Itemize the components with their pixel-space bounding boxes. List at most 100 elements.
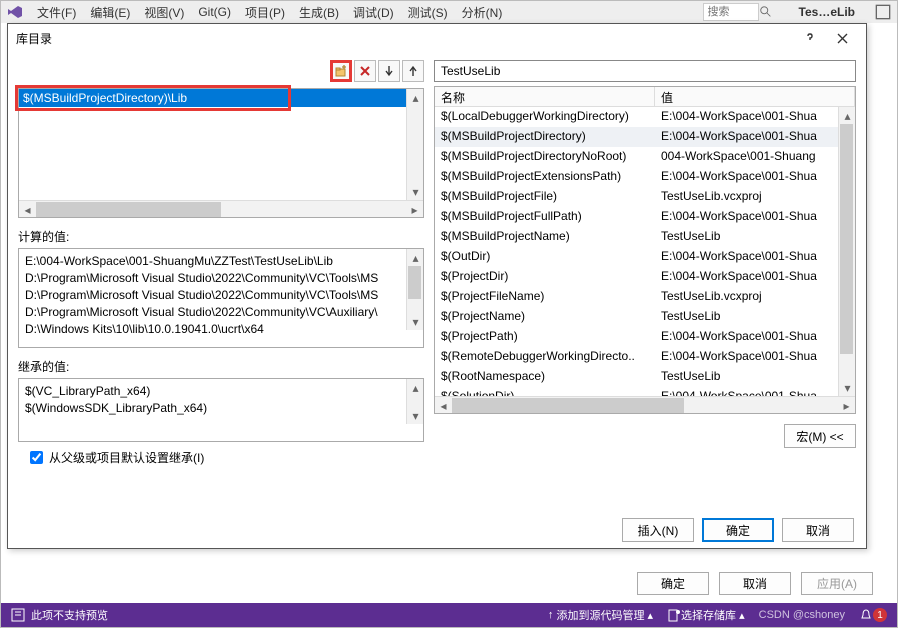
list-toolbar — [18, 60, 424, 84]
move-up-button[interactable] — [402, 60, 424, 82]
search-input[interactable] — [703, 3, 759, 21]
menubar: 文件(F) 编辑(E) 视图(V) Git(G) 项目(P) 生成(B) 调试(… — [1, 1, 897, 23]
macro-value: TestUseLib — [655, 227, 855, 247]
grid-row[interactable]: $(RootNamespace)TestUseLib — [435, 367, 855, 387]
grid-row[interactable]: $(OutDir)E:\004-WorkSpace\001-Shua — [435, 247, 855, 267]
macro-name: $(ProjectFileName) — [435, 287, 655, 307]
vertical-scrollbar[interactable]: ▴▾ — [406, 249, 423, 330]
new-line-button[interactable] — [330, 60, 352, 82]
search-box[interactable] — [703, 3, 773, 21]
inherit-label[interactable]: 从父级或项目默认设置继承(I) — [49, 449, 204, 466]
close-button[interactable] — [826, 26, 858, 50]
grid-row[interactable]: $(MSBuildProjectDirectoryNoRoot)004-Work… — [435, 147, 855, 167]
column-header-value[interactable]: 值 — [655, 87, 855, 107]
column-header-name[interactable]: 名称 — [435, 87, 655, 107]
grid-row[interactable]: $(LocalDebuggerWorkingDirectory)E:\004-W… — [435, 107, 855, 127]
statusbar: 此项不支持预览 ↑ 添加到源代码管理 ▴ 选择存储库 ▴ CSDN @cshon… — [1, 603, 897, 627]
macro-value: E:\004-WorkSpace\001-Shua — [655, 107, 855, 127]
menu-test[interactable]: 测试(S) — [408, 4, 448, 21]
move-down-button[interactable] — [378, 60, 400, 82]
computed-values-box: E:\004-WorkSpace\001-ShuangMu\ZZTest\Tes… — [18, 248, 424, 348]
inherited-line: $(VC_LibraryPath_x64) — [25, 383, 417, 400]
arrow-up-icon: ↑ — [548, 609, 554, 621]
macro-name: $(MSBuildProjectFile) — [435, 187, 655, 207]
library-directories-dialog: 库目录 — [7, 23, 867, 549]
horizontal-scrollbar[interactable]: ◂ ▸ — [19, 200, 423, 217]
bell-icon — [859, 608, 873, 622]
menu-debug[interactable]: 调试(D) — [353, 4, 394, 21]
outer-ok-button[interactable]: 确定 — [637, 572, 709, 595]
macro-value: E:\004-WorkSpace\001-Shua — [655, 327, 855, 347]
add-source-control[interactable]: ↑ 添加到源代码管理 ▴ — [548, 607, 653, 623]
select-repo[interactable]: 选择存储库 ▴ — [667, 607, 745, 623]
macro-name: $(ProjectPath) — [435, 327, 655, 347]
inherited-values-box: $(VC_LibraryPath_x64) $(WindowsSDK_Libra… — [18, 378, 424, 442]
macro-name: $(OutDir) — [435, 247, 655, 267]
macro-name: $(MSBuildProjectDirectory) — [435, 127, 655, 147]
vertical-scrollbar[interactable]: ▴▾ — [838, 107, 855, 396]
help-button[interactable] — [794, 26, 826, 50]
macro-filter-input[interactable] — [434, 60, 856, 82]
insert-button[interactable]: 插入(N) — [622, 518, 694, 542]
grid-row[interactable]: $(ProjectDir)E:\004-WorkSpace\001-Shua — [435, 267, 855, 287]
macro-name: $(MSBuildProjectName) — [435, 227, 655, 247]
macro-value: E:\004-WorkSpace\001-Shua — [655, 347, 855, 367]
grid-row[interactable]: $(ProjectFileName)TestUseLib.vcxproj — [435, 287, 855, 307]
vs-logo-icon — [7, 4, 23, 20]
grid-row[interactable]: $(RemoteDebuggerWorkingDirecto..E:\004-W… — [435, 347, 855, 367]
macros-button[interactable]: 宏(M) << — [784, 424, 856, 448]
macro-name: $(MSBuildProjectFullPath) — [435, 207, 655, 227]
horizontal-scrollbar[interactable]: ◂▸ — [435, 396, 855, 413]
delete-line-button[interactable] — [354, 60, 376, 82]
grid-row[interactable]: $(ProjectPath)E:\004-WorkSpace\001-Shua — [435, 327, 855, 347]
macro-value: TestUseLib.vcxproj — [655, 287, 855, 307]
grid-row[interactable]: $(MSBuildProjectExtensionsPath)E:\004-Wo… — [435, 167, 855, 187]
macro-value: TestUseLib.vcxproj — [655, 187, 855, 207]
grid-row[interactable]: $(MSBuildProjectFile)TestUseLib.vcxproj — [435, 187, 855, 207]
menu-file[interactable]: 文件(F) — [37, 4, 76, 21]
grid-row[interactable]: $(ProjectName)TestUseLib — [435, 307, 855, 327]
macro-name: $(LocalDebuggerWorkingDirectory) — [435, 107, 655, 127]
macro-value: TestUseLib — [655, 307, 855, 327]
menu-view[interactable]: 视图(V) — [144, 4, 184, 21]
status-text: 此项不支持预览 — [31, 607, 108, 623]
computed-line: E:\004-WorkSpace\001-ShuangMu\ZZTest\Tes… — [25, 253, 417, 270]
grid-row[interactable]: $(MSBuildProjectDirectory)E:\004-WorkSpa… — [435, 127, 855, 147]
maximize-icon[interactable] — [875, 4, 891, 20]
macro-name: $(RemoteDebuggerWorkingDirecto.. — [435, 347, 655, 367]
inherit-checkbox[interactable] — [30, 451, 43, 464]
menu-project[interactable]: 项目(P) — [245, 4, 285, 21]
outer-cancel-button[interactable]: 取消 — [719, 572, 791, 595]
vertical-scrollbar[interactable]: ▴▾ — [406, 379, 423, 424]
computed-line: D:\Program\Microsoft Visual Studio\2022\… — [25, 270, 417, 287]
menu-build[interactable]: 生成(B) — [299, 4, 339, 21]
grid-row[interactable]: $(MSBuildProjectFullPath)E:\004-WorkSpac… — [435, 207, 855, 227]
computed-line: D:\Windows Kits\10\lib\10.0.19041.0\ucrt… — [25, 321, 417, 338]
macro-value: E:\004-WorkSpace\001-Shua — [655, 267, 855, 287]
directories-list[interactable]: $(MSBuildProjectDirectory)\Lib ▴ ▾ ◂ ▸ — [18, 88, 424, 218]
info-icon — [11, 608, 25, 622]
dialog-titlebar: 库目录 — [8, 24, 866, 52]
macro-name: $(ProjectName) — [435, 307, 655, 327]
inherited-line: $(WindowsSDK_LibraryPath_x64) — [25, 400, 417, 417]
grid-row[interactable]: $(MSBuildProjectName)TestUseLib — [435, 227, 855, 247]
menu-git[interactable]: Git(G) — [198, 5, 231, 19]
watermark: CSDN @cshoney — [759, 609, 845, 621]
list-item[interactable]: $(MSBuildProjectDirectory)\Lib — [19, 89, 423, 107]
macro-value: E:\004-WorkSpace\001-Shua — [655, 127, 855, 147]
menu-analyze[interactable]: 分析(N) — [462, 4, 503, 21]
document-tab[interactable]: Tes…eLib — [799, 5, 855, 19]
macro-name: $(MSBuildProjectDirectoryNoRoot) — [435, 147, 655, 167]
cancel-button[interactable]: 取消 — [782, 518, 854, 542]
menu-edit[interactable]: 编辑(E) — [90, 4, 130, 21]
outer-apply-button[interactable]: 应用(A) — [801, 572, 873, 595]
macro-grid[interactable]: 名称 值 $(LocalDebuggerWorkingDirectory)E:\… — [434, 86, 856, 414]
vertical-scrollbar[interactable]: ▴ ▾ — [406, 89, 423, 200]
macro-value: TestUseLib — [655, 367, 855, 387]
computed-line: D:\Program\Microsoft Visual Studio\2022\… — [25, 287, 417, 304]
macro-value: E:\004-WorkSpace\001-Shua — [655, 207, 855, 227]
macro-name: $(MSBuildProjectExtensionsPath) — [435, 167, 655, 187]
ok-button[interactable]: 确定 — [702, 518, 774, 542]
macro-name: $(RootNamespace) — [435, 367, 655, 387]
notifications[interactable]: 1 — [859, 608, 887, 622]
